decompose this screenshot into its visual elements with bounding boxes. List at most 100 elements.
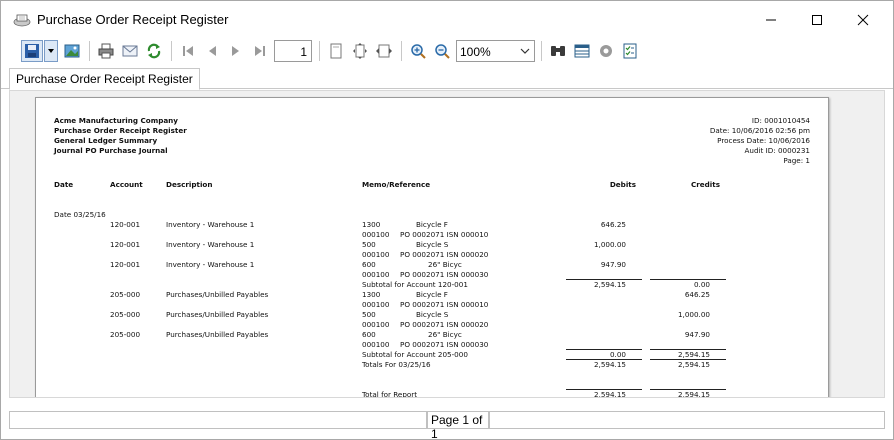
subtotal-credit: 2,594.15: [677, 350, 710, 359]
entry-memo-vendor: 000100: [362, 250, 390, 259]
zoom-out-icon: [435, 44, 450, 59]
entry-account: 205-000: [110, 310, 141, 319]
fit-page-button[interactable]: [349, 40, 371, 62]
entry-debit: 1,000.00: [593, 240, 626, 249]
entry-credit: 646.25: [684, 290, 710, 299]
settings-button[interactable]: [595, 40, 617, 62]
next-page-button[interactable]: [225, 40, 247, 62]
page-width-icon: [376, 44, 392, 58]
export-image-icon: [64, 44, 80, 58]
entry-memo-item: Bicycle S: [416, 240, 449, 249]
entry-memo-po: PO 0002071 ISN 000010: [400, 230, 489, 239]
entry-memo-item: Bicycle F: [416, 220, 448, 229]
entry-memo-vendor: 000100: [362, 340, 390, 349]
first-page-icon: [183, 46, 193, 56]
entry-description: Purchases/Unbilled Payables: [166, 290, 269, 299]
window-title: Purchase Order Receipt Register: [37, 12, 229, 27]
next-page-icon: [232, 46, 239, 56]
entry-debit: 947.90: [600, 260, 626, 269]
email-button[interactable]: [119, 40, 141, 62]
find-button[interactable]: [547, 40, 569, 62]
report-page: Acme Manufacturing Company Purchase Orde…: [35, 97, 829, 398]
entry-memo-po: PO 0002071 ISN 000030: [400, 340, 489, 349]
subtotal-credit: 0.00: [693, 280, 710, 289]
entry-account: 205-000: [110, 330, 141, 339]
page-number-input[interactable]: 1: [274, 40, 312, 62]
company-name: Acme Manufacturing Company: [54, 116, 178, 125]
report-preview-area[interactable]: Acme Manufacturing Company Purchase Orde…: [9, 90, 885, 398]
entry-memo-qty: 1300: [362, 290, 381, 299]
entry-description: Purchases/Unbilled Payables: [166, 310, 269, 319]
entry-memo-vendor: 000100: [362, 270, 390, 279]
save-icon: [25, 44, 39, 58]
zoom-select[interactable]: 100%: [456, 40, 535, 62]
entry-memo-item: Bicycle F: [416, 290, 448, 299]
previous-page-button[interactable]: [201, 40, 223, 62]
entry-account: 120-001: [110, 220, 141, 229]
entry-account: 120-001: [110, 260, 141, 269]
page-width-button[interactable]: [373, 40, 395, 62]
page-setup-button[interactable]: [325, 40, 347, 62]
entry-memo-item: 26" Bicyc: [428, 260, 462, 269]
email-icon: [122, 45, 138, 57]
column-header-date: Date: [54, 180, 74, 189]
fit-page-icon: [353, 43, 367, 59]
entry-memo-vendor: 000100: [362, 320, 390, 329]
tab-report[interactable]: Purchase Order Receipt Register: [9, 68, 200, 90]
layout-icon: [574, 44, 590, 58]
chevron-down-icon: [520, 48, 530, 54]
toolbar: 1 100%: [1, 39, 893, 65]
entry-memo-vendor: 000100: [362, 230, 390, 239]
report-date: Date: 10/06/2016 02:56 pm: [709, 126, 810, 135]
settings-icon: [600, 45, 612, 57]
subtotal-label: Subtotal for Account 205-000: [362, 350, 468, 359]
status-panel-right: [489, 411, 885, 429]
minimize-icon: [766, 19, 776, 21]
column-header-credits: Credits: [690, 180, 720, 189]
checklist-button[interactable]: [619, 40, 641, 62]
binoculars-icon: [551, 46, 565, 56]
entry-memo-qty: 500: [362, 310, 376, 319]
report-total-credit: 2,594.15: [677, 390, 710, 398]
maximize-icon: [812, 15, 822, 25]
zoom-in-button[interactable]: [407, 40, 429, 62]
entry-account: 120-001: [110, 240, 141, 249]
zoom-value: 100%: [460, 45, 491, 59]
report-subtitle: General Ledger Summary: [54, 136, 158, 145]
title-bar: Purchase Order Receipt Register: [1, 1, 893, 39]
save-button[interactable]: [21, 40, 43, 62]
zoom-in-icon: [411, 44, 426, 59]
layout-button[interactable]: [571, 40, 593, 62]
date-totals-debit: 2,594.15: [593, 360, 626, 369]
subtotal-debit: 0.00: [609, 350, 626, 359]
entry-memo-po: PO 0002071 ISN 000020: [400, 250, 489, 259]
zoom-out-button[interactable]: [431, 40, 453, 62]
maximize-button[interactable]: [794, 1, 840, 39]
status-panel-left: [9, 411, 427, 429]
entry-memo-item: Bicycle S: [416, 310, 449, 319]
entry-memo-qty: 600: [362, 330, 376, 339]
process-date: Process Date: 10/06/2016: [717, 136, 810, 145]
entry-credit: 947.90: [684, 330, 710, 339]
entry-credit: 1,000.00: [677, 310, 710, 319]
print-button[interactable]: [95, 40, 117, 62]
first-page-button[interactable]: [177, 40, 199, 62]
entry-memo-vendor: 000100: [362, 300, 390, 309]
date-group-label: Date 03/25/16: [54, 210, 106, 219]
last-page-button[interactable]: [249, 40, 271, 62]
checklist-icon: [623, 43, 637, 59]
entry-memo-qty: 600: [362, 260, 376, 269]
column-header-account: Account: [110, 180, 143, 189]
export-image-button[interactable]: [61, 40, 83, 62]
date-totals-credit: 2,594.15: [677, 360, 710, 369]
date-totals-label: Totals For 03/25/16: [362, 360, 431, 369]
save-dropdown-button[interactable]: [44, 40, 58, 62]
refresh-button[interactable]: [143, 40, 165, 62]
close-button[interactable]: [840, 1, 886, 39]
report-title: Purchase Order Receipt Register: [54, 126, 187, 135]
report-id: ID: 0001010454: [751, 116, 810, 125]
minimize-button[interactable]: [748, 1, 794, 39]
page-setup-icon: [330, 43, 342, 59]
column-header-description: Description: [166, 180, 213, 189]
app-icon: [13, 12, 31, 28]
